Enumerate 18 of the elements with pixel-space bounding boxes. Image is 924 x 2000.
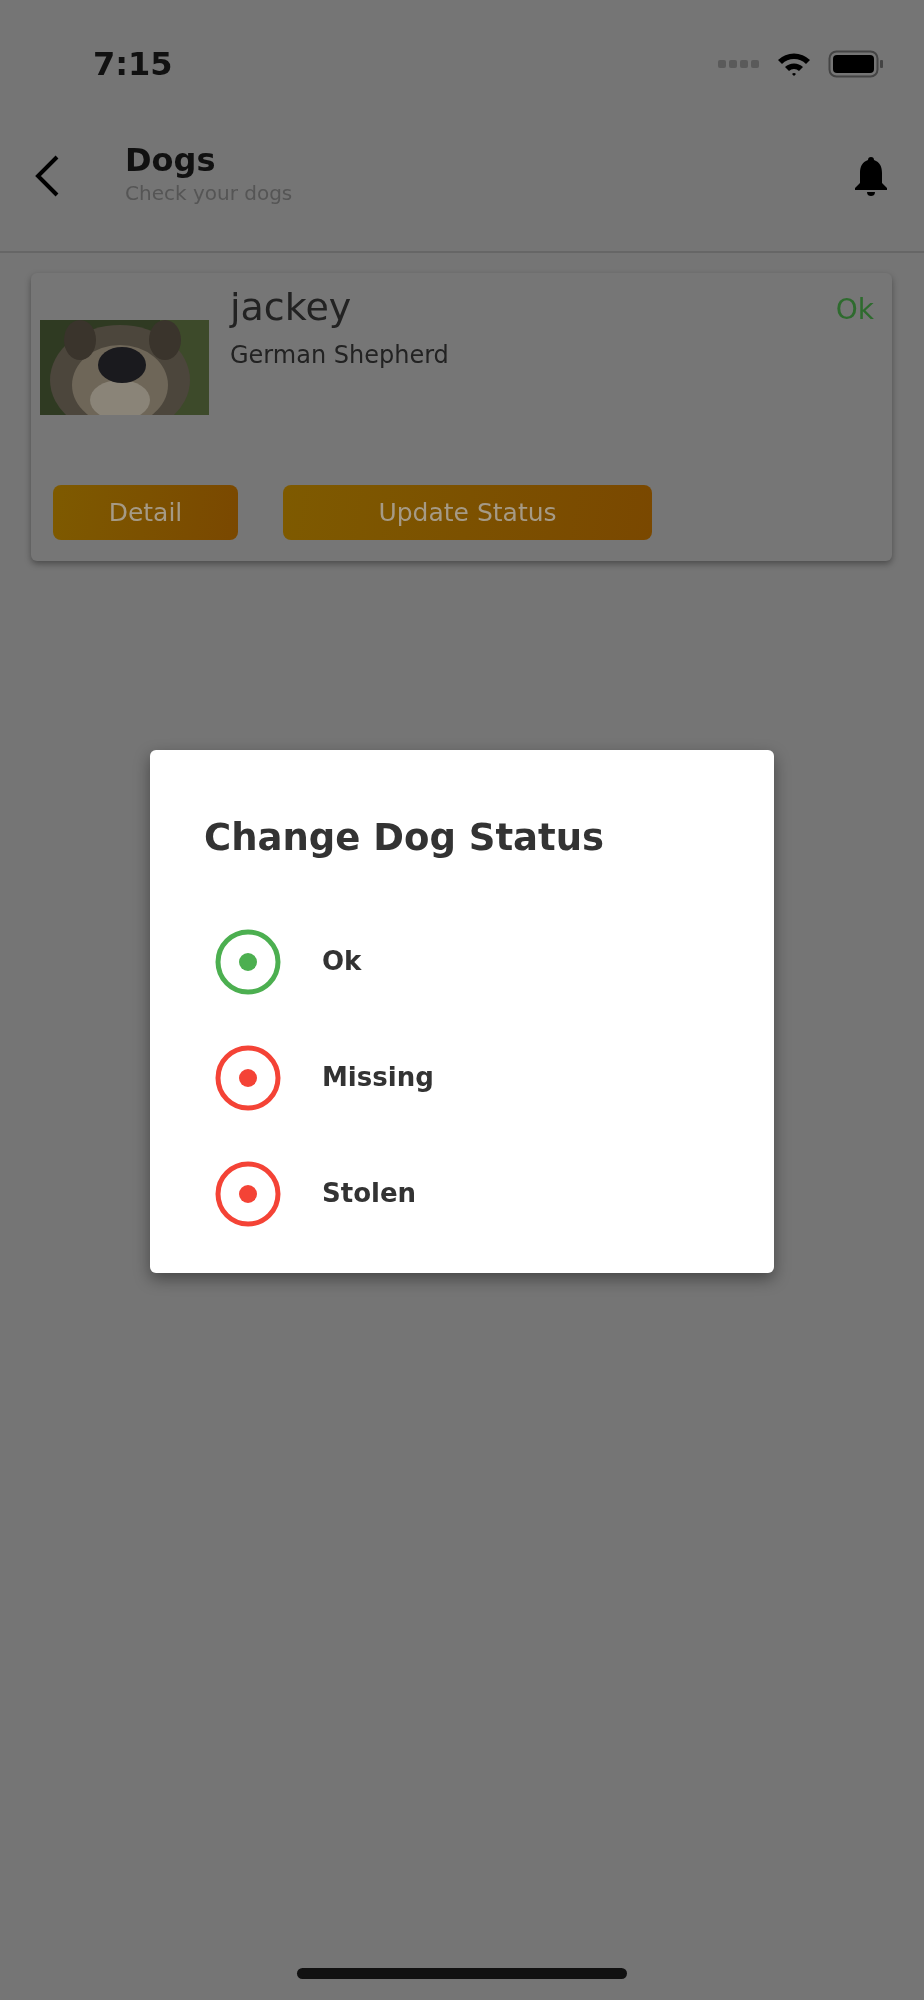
clock-time: 7:15 — [93, 44, 173, 85]
update-status-button[interactable]: Update Status — [283, 485, 652, 540]
dog-breed: German Shepherd — [230, 339, 450, 371]
bell-icon — [854, 154, 888, 197]
dog-name: jackey — [230, 285, 353, 331]
radio-button[interactable] — [214, 1043, 282, 1112]
status-text: Ok — [835, 292, 874, 328]
detail-button[interactable]: Detail — [53, 485, 238, 540]
option-label: Missing — [322, 1061, 434, 1094]
option-label: Stolen — [322, 1177, 417, 1210]
radio-button[interactable] — [214, 1159, 282, 1228]
page-title: Dogs — [125, 142, 217, 179]
notification-button[interactable] — [854, 154, 888, 197]
option-label: Ok — [322, 945, 362, 978]
dialog-title: Change Dog Status — [204, 815, 606, 861]
radio-button[interactable] — [214, 927, 282, 996]
signal-icon — [718, 59, 760, 69]
battery-icon — [828, 50, 884, 78]
